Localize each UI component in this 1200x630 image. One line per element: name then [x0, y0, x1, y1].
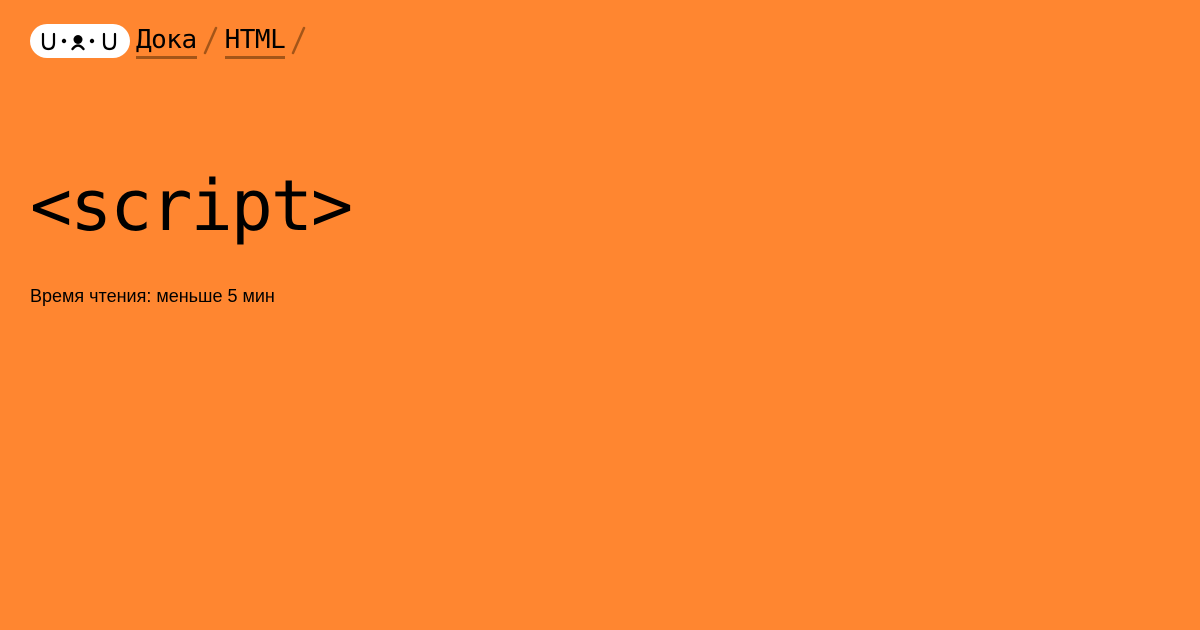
- breadcrumb-doka-link[interactable]: Дока: [136, 24, 197, 59]
- reading-time: Время чтения: меньше 5 мин: [30, 286, 275, 306]
- breadcrumb-separator-icon: [285, 24, 309, 58]
- doka-face-icon: [41, 32, 117, 51]
- breadcrumb: Дока HTML: [30, 24, 309, 60]
- page-title: <script>: [30, 165, 353, 247]
- breadcrumb-html-link[interactable]: HTML: [224, 24, 286, 59]
- doka-logo-link[interactable]: [30, 24, 130, 58]
- breadcrumb-separator-icon: [197, 24, 221, 58]
